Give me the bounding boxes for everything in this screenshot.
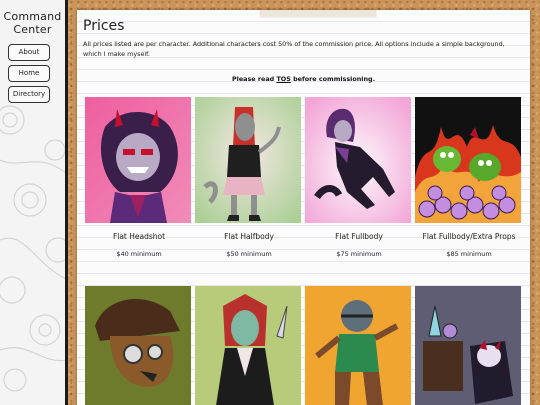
nav-directory-button[interactable]: Directory: [8, 86, 50, 103]
gallery-item[interactable]: [415, 286, 523, 405]
example-image-lab-character: [415, 286, 521, 405]
card-name: Flat Halfbody: [224, 232, 274, 241]
sidebar-title: Command Center: [0, 0, 65, 36]
price-card-flat-halfbody[interactable]: Flat Halfbody $50 minimum: [195, 97, 303, 258]
tos-link[interactable]: TOS: [276, 75, 290, 83]
gallery-item[interactable]: [85, 286, 193, 405]
page-title: Prices: [83, 18, 125, 34]
tos-notice: Please read TOS before commissioning.: [77, 75, 530, 83]
card-price: $75 minimum: [336, 250, 382, 258]
price-card-flat-fullbody[interactable]: Flat Fullbody $75 minimum: [305, 97, 413, 258]
sidebar-nav: About Home Directory: [0, 44, 65, 103]
gallery-item[interactable]: [195, 286, 303, 405]
card-price: $40 minimum: [116, 250, 162, 258]
gallery-item[interactable]: [305, 286, 413, 405]
nav-about-button[interactable]: About: [8, 44, 50, 61]
tos-prefix: Please read: [231, 75, 277, 83]
example-image-knife-character: [195, 286, 301, 405]
nav-home-button[interactable]: Home: [8, 65, 50, 82]
example-image-dog-hat: [85, 286, 191, 405]
halfbody-example-image: [195, 97, 301, 223]
fullbody-example-image: [305, 97, 411, 223]
card-name: Flat Headshot: [112, 232, 166, 241]
example-image-sports-character: [305, 286, 411, 405]
sidebar: Command Center About Home Directory: [0, 0, 68, 405]
sidebar-title-line1: Command: [3, 10, 62, 23]
card-price: $85 minimum: [446, 250, 492, 258]
card-name: Flat Fullbody: [335, 232, 383, 241]
tape-strip: [260, 10, 376, 17]
tos-suffix: before commissioning.: [290, 75, 376, 83]
intro-text: All prices listed are per character. Add…: [83, 40, 505, 58]
card-price: $50 minimum: [226, 250, 272, 258]
prices-paper: Prices All prices listed are per charact…: [77, 10, 530, 405]
price-card-flat-fullbody-extra-props[interactable]: Flat Fullbody/Extra Props $85 minimum: [415, 97, 523, 258]
sidebar-title-line2: Center: [13, 23, 52, 36]
fullbody-extra-props-example-image: [415, 97, 521, 223]
card-name: Flat Fullbody/Extra Props: [422, 232, 516, 241]
headshot-example-image: [85, 97, 191, 223]
price-card-flat-headshot[interactable]: Flat Headshot $40 minimum: [85, 97, 193, 258]
